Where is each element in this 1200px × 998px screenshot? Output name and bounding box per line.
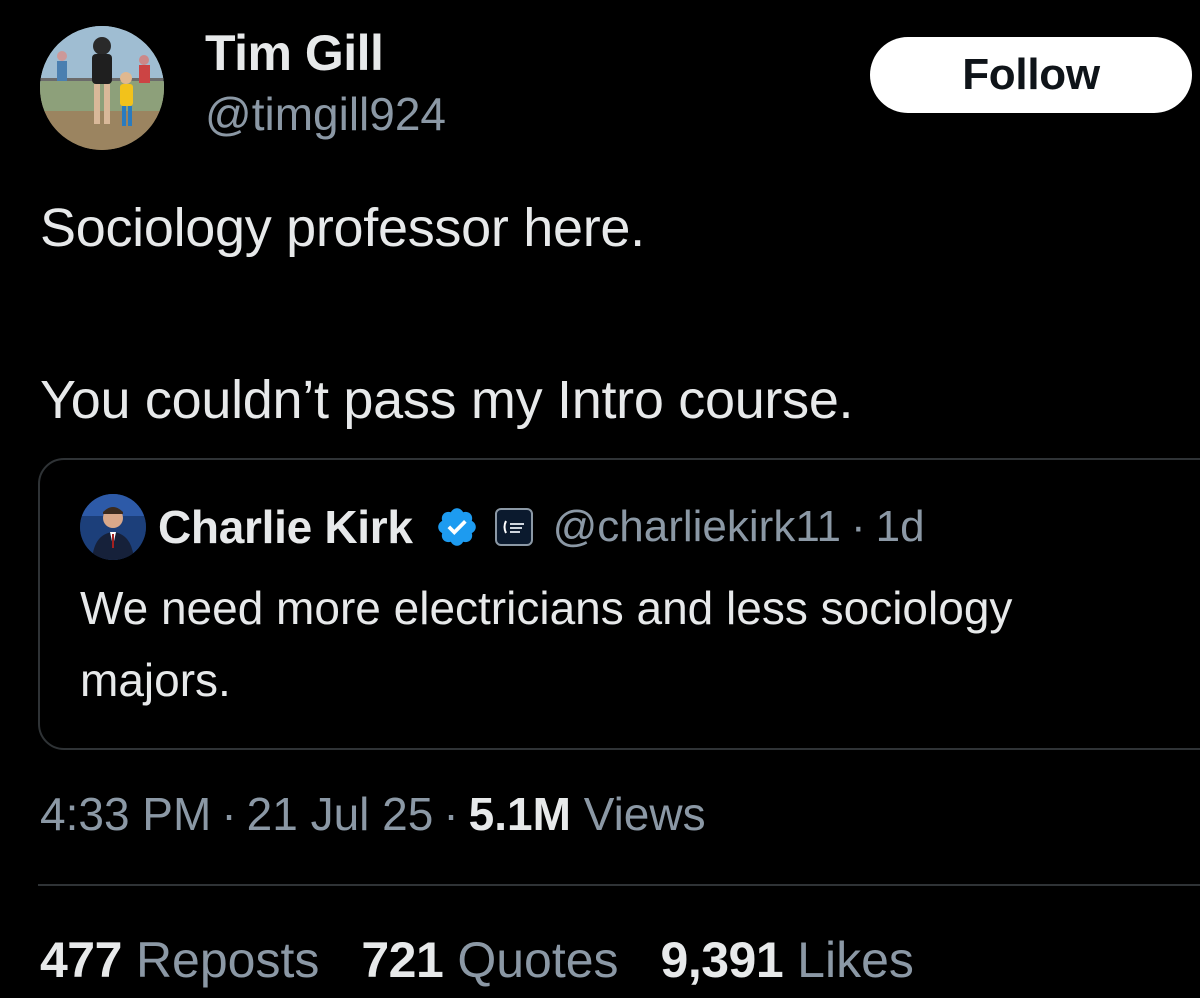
author-name[interactable]: Tim Gill xyxy=(205,24,446,82)
separator-dot: · xyxy=(851,502,866,551)
tweet-time[interactable]: 4:33 PM xyxy=(40,788,211,840)
profile-photo-icon xyxy=(80,494,146,560)
views-count: 5.1M xyxy=(468,788,571,840)
follow-button[interactable]: Follow xyxy=(870,37,1192,113)
tweet-text-line: You couldn’t pass my Intro course. xyxy=(40,370,854,430)
quote-header: Charlie Kirk @charliekirk11 · 1d xyxy=(158,494,925,560)
quoted-tweet-card[interactable]: Charlie Kirk @charliekirk11 · 1d We need… xyxy=(38,458,1200,750)
tweet-text-line: Sociology professor here. xyxy=(40,198,645,258)
reposts-label: Reposts xyxy=(135,932,320,988)
quote-timestamp[interactable]: 1d xyxy=(876,502,925,552)
reposts-count: 477 xyxy=(40,932,122,988)
likes-label: Likes xyxy=(797,932,914,988)
likes-stat[interactable]: 9,391 Likes xyxy=(661,932,914,988)
divider xyxy=(38,884,1200,886)
organization-badge-icon xyxy=(494,508,533,546)
likes-count: 9,391 xyxy=(660,932,784,988)
reposts-stat[interactable]: 477 Reposts xyxy=(40,932,319,988)
author-handle[interactable]: @timgill924 xyxy=(205,86,446,142)
engagement-stats: 477 Reposts 721 Quotes 9,391 Likes xyxy=(40,932,956,988)
author-avatar[interactable] xyxy=(40,26,164,150)
verified-badge-icon xyxy=(435,505,479,549)
profile-photo-icon xyxy=(40,26,164,150)
quote-author-avatar[interactable] xyxy=(80,494,146,560)
separator-dot: · xyxy=(221,788,237,840)
tweet-meta: 4:33 PM · 21 Jul 25 · 5.1M Views xyxy=(40,786,706,842)
quote-author-handle[interactable]: @charliekirk11 xyxy=(553,502,841,552)
separator-dot: · xyxy=(443,788,459,840)
quote-author-name[interactable]: Charlie Kirk xyxy=(158,500,413,554)
tweet-date[interactable]: 21 Jul 25 xyxy=(247,788,434,840)
quotes-stat[interactable]: 721 Quotes xyxy=(361,932,618,988)
quote-text: We need more electricians and less socio… xyxy=(80,582,1013,706)
quotes-label: Quotes xyxy=(457,932,619,988)
views-label: Views xyxy=(583,788,706,840)
author-info: Tim Gill @timgill924 xyxy=(205,24,446,142)
tweet: Tim Gill @timgill924 Follow Sociology pr… xyxy=(0,0,1200,998)
quotes-count: 721 xyxy=(361,932,444,988)
